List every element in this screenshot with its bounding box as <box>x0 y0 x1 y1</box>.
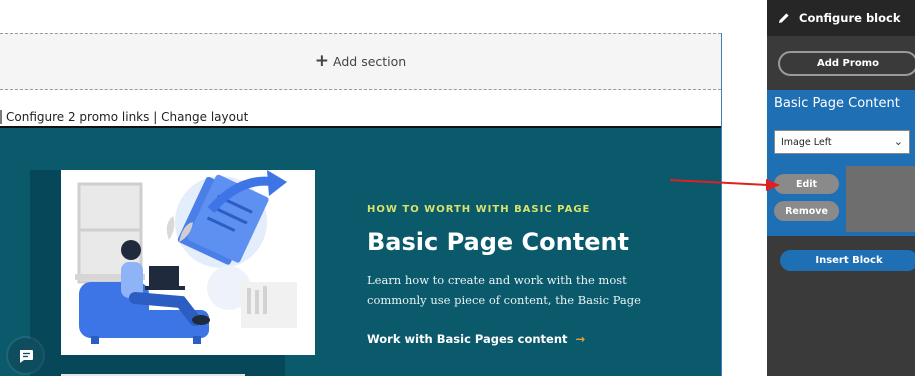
promo-thumbnail <box>846 166 915 232</box>
add-section-button[interactable]: + Add section <box>0 33 721 90</box>
configure-block-sidebar: Configure block Add Promo Basic Page Con… <box>767 0 915 376</box>
canvas-top-area <box>0 0 722 33</box>
editor-canvas: + Add section Configure 2 promo links | … <box>0 0 722 376</box>
sidebar-title: Configure block <box>799 11 901 25</box>
sidebar-header: Configure block <box>767 0 915 36</box>
promo-eyebrow: HOW TO WORTH WITH BASIC PAGE <box>367 204 591 215</box>
image-position-select[interactable]: Image Left ⌄ <box>774 130 910 154</box>
add-promo-button[interactable]: Add Promo <box>778 51 915 76</box>
chevron-down-icon: ⌄ <box>893 135 903 148</box>
layout-links: Configure 2 promo links | Change layout <box>6 110 248 124</box>
configure-promo-links-link[interactable]: Configure 2 promo links <box>6 110 149 124</box>
promo-block: HOW TO WORTH WITH BASIC PAGE Basic Page … <box>0 126 721 376</box>
promo-config-title: Basic Page Content <box>774 96 900 111</box>
promo-cta-label: Work with Basic Pages content <box>367 332 568 346</box>
chat-button[interactable] <box>8 338 43 373</box>
illustration-person-laptop-documents <box>61 170 315 355</box>
promo-image <box>61 170 315 355</box>
insert-block-button[interactable]: Insert Block <box>780 250 915 271</box>
edit-button[interactable]: Edit <box>774 174 839 194</box>
link-separator: | <box>153 110 158 124</box>
promo-config-card: Basic Page Content Image Left ⌄ Edit Rem… <box>767 90 915 236</box>
arrow-right-icon: → <box>575 332 586 346</box>
annotation-arrow <box>669 179 780 191</box>
section-layout-bar: Configure 2 promo links | Change layout <box>0 90 721 126</box>
promo-heading: Basic Page Content <box>367 228 630 256</box>
promo-cta-link[interactable]: Work with Basic Pages content → <box>367 332 585 346</box>
add-section-label: Add section <box>333 54 407 69</box>
section-edge-marker <box>0 110 2 124</box>
remove-button[interactable]: Remove <box>774 201 839 221</box>
promo-body-text: Learn how to create and work with the mo… <box>367 273 641 307</box>
image-position-value: Image Left <box>781 136 832 148</box>
pencil-icon <box>779 13 789 23</box>
chat-icon <box>19 349 33 363</box>
change-layout-link[interactable]: Change layout <box>161 110 248 124</box>
plus-icon: + <box>314 51 330 71</box>
